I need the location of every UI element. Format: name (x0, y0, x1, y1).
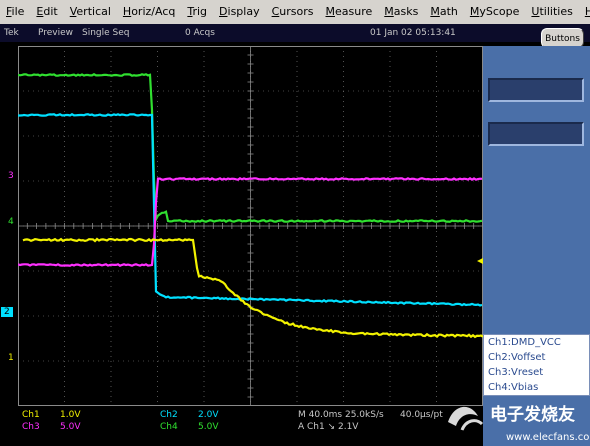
graticule (18, 46, 483, 406)
ch3-label: Ch3 (22, 422, 40, 432)
menu-cursors[interactable]: Cursors (266, 0, 320, 24)
ch2-label: Ch2 (160, 410, 178, 420)
ch4-trace (18, 74, 482, 221)
datetime: 01 Jan 02 05:13:41 (370, 28, 456, 38)
menu-math[interactable]: Math (424, 0, 464, 24)
channel-legend: Ch1:DMD_VCC Ch2:Voffset Ch3:Vreset Ch4:V… (483, 334, 590, 396)
ch2-marker: 2 (1, 307, 13, 317)
menu-trig[interactable]: Trig (181, 0, 213, 24)
side-menu-button-2[interactable] (488, 122, 584, 146)
side-menu-button-1[interactable] (488, 78, 584, 102)
ch1-marker: 1 (8, 353, 14, 363)
menu-display[interactable]: Display (213, 0, 266, 24)
buttons-button[interactable]: Buttons (541, 28, 584, 48)
legend-ch1: Ch1:DMD_VCC (488, 335, 585, 350)
menu-horiz-acq[interactable]: Horiz/Acq (117, 0, 181, 24)
ch1-label: Ch1 (22, 410, 40, 420)
legend-ch4: Ch4:Vbias (488, 380, 585, 395)
legend-ch2: Ch2:Voffset (488, 350, 585, 365)
timebase-readout: M 40.0ms 25.0kS/s (298, 410, 384, 420)
logo-url: www.elecfans.com (506, 432, 590, 443)
ch4-marker: 4 (8, 217, 14, 227)
ch3-marker: 3 (8, 171, 14, 181)
ch3-scale: 5.0V (60, 422, 80, 432)
bottom-readout: Ch1 1.0V Ch3 5.0V Ch2 2.0V Ch4 5.0V M 40… (0, 406, 483, 446)
resolution-readout: 40.0µs/pt (400, 410, 443, 420)
menu-edit[interactable]: Edit (30, 0, 63, 24)
acquisition-count: 0 Acqs (185, 28, 215, 38)
logo-text: 电子发烧友 (490, 404, 575, 425)
menu-measure[interactable]: Measure (320, 0, 379, 24)
ch4-scale: 5.0V (198, 422, 218, 432)
brand-label: Tek (4, 28, 19, 38)
menu-utilities[interactable]: Utilities (525, 0, 578, 24)
legend-ch3: Ch3:Vreset (488, 365, 585, 380)
ch1-trace (23, 239, 483, 337)
menu-vertical[interactable]: Vertical (64, 0, 117, 24)
menu-myscope[interactable]: MyScope (464, 0, 526, 24)
status-bar: Tek Preview Single Seq 0 Acqs 01 Jan 02 … (0, 24, 590, 42)
menu-help[interactable]: Help (579, 0, 590, 24)
elecfans-logo: 电子发烧友 www.elecfans.com (440, 394, 590, 446)
ch4-label: Ch4 (160, 422, 178, 432)
menu-masks[interactable]: Masks (378, 0, 424, 24)
mode-label: Preview (38, 28, 73, 38)
waveform-display (18, 46, 483, 406)
menu-bar: File Edit Vertical Horiz/Acq Trig Display Curs… (0, 0, 590, 25)
trigger-level-marker (477, 258, 483, 264)
ch1-scale: 1.0V (60, 410, 80, 420)
menu-file[interactable]: File (0, 0, 30, 24)
ch2-trace (18, 114, 482, 305)
acquisition-mode: Single Seq (82, 28, 130, 38)
ch2-scale: 2.0V (198, 410, 218, 420)
trigger-readout: A Ch1 ↘ 2.1V (298, 422, 358, 432)
